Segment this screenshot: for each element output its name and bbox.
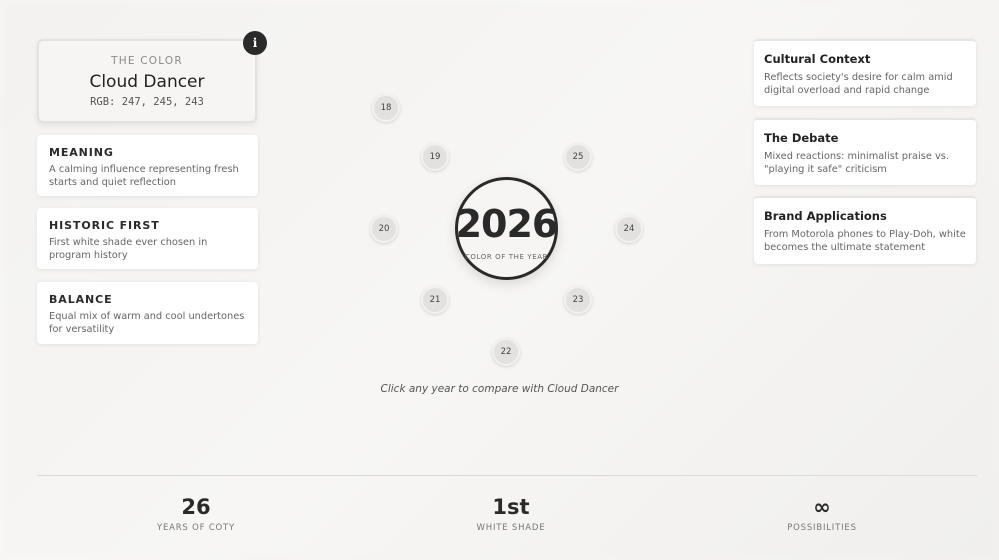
year-node-25[interactable]: 25 [564,143,592,171]
card-text: A calming influence representing fresh s… [49,164,239,188]
year-node-18[interactable]: 18 [372,94,400,122]
card-title: MEANING [49,146,114,159]
card-text: From Motorola phones to Play-Doh, white … [764,229,966,253]
year-node-21[interactable]: 21 [421,286,449,314]
historic-first-card: HISTORIC FIRST First white shade ever ch… [37,208,258,269]
info-button[interactable]: i [243,31,267,55]
stat-white-shade: 1st WHITE SHADE [411,494,611,533]
year-node-22[interactable]: 22 [492,338,520,366]
card-title: BALANCE [49,293,113,306]
year-node-23[interactable]: 23 [564,286,592,314]
card-title: Cultural Context [764,52,871,66]
year-node-24[interactable]: 24 [615,215,643,243]
center-year: 2026 [455,202,559,246]
stat-years: 26 YEARS OF COTY [96,494,296,533]
stat-possibilities: ∞ POSSIBILITIES [722,494,922,533]
card-text: Mixed reactions: minimalist praise vs. "… [764,151,950,175]
stat-value: 1st [492,495,530,519]
color-rgb: RGB: 247, 245, 243 [90,96,204,108]
stat-value: 26 [181,495,211,519]
center-subtitle: COLOR OF THE YEAR [464,253,549,261]
card-title: Brand Applications [764,209,887,223]
stat-label: WHITE SHADE [476,523,546,533]
stat-label: YEARS OF COTY [156,523,236,533]
color-eyebrow: THE COLOR [111,55,183,67]
center-year-circle[interactable]: 2026 COLOR OF THE YEAR [455,177,558,280]
card-text: First white shade ever chosen in program… [49,237,208,261]
card-text: Equal mix of warm and cool undertones fo… [49,311,245,335]
card-text: Reflects society's desire for calm amid … [764,72,953,96]
cultural-context-card: Cultural Context Reflects society's desi… [754,39,976,106]
color-card: THE COLOR Cloud Dancer RGB: 247, 245, 24… [37,39,257,123]
stat-value: ∞ [813,495,831,519]
meaning-card: MEANING A calming influence representing… [37,135,258,196]
debate-card: The Debate Mixed reactions: minimalist p… [754,118,976,185]
brand-applications-card: Brand Applications From Motorola phones … [754,196,976,264]
card-title: HISTORIC FIRST [49,219,160,232]
divider [37,475,977,476]
color-name: Cloud Dancer [89,72,205,92]
card-title: The Debate [764,131,839,145]
year-node-20[interactable]: 20 [370,215,398,243]
compare-hint: Click any year to compare with Cloud Dan… [380,383,619,395]
balance-card: BALANCE Equal mix of warm and cool under… [37,282,258,344]
stat-label: POSSIBILITIES [787,523,857,533]
year-node-19[interactable]: 19 [421,143,449,171]
